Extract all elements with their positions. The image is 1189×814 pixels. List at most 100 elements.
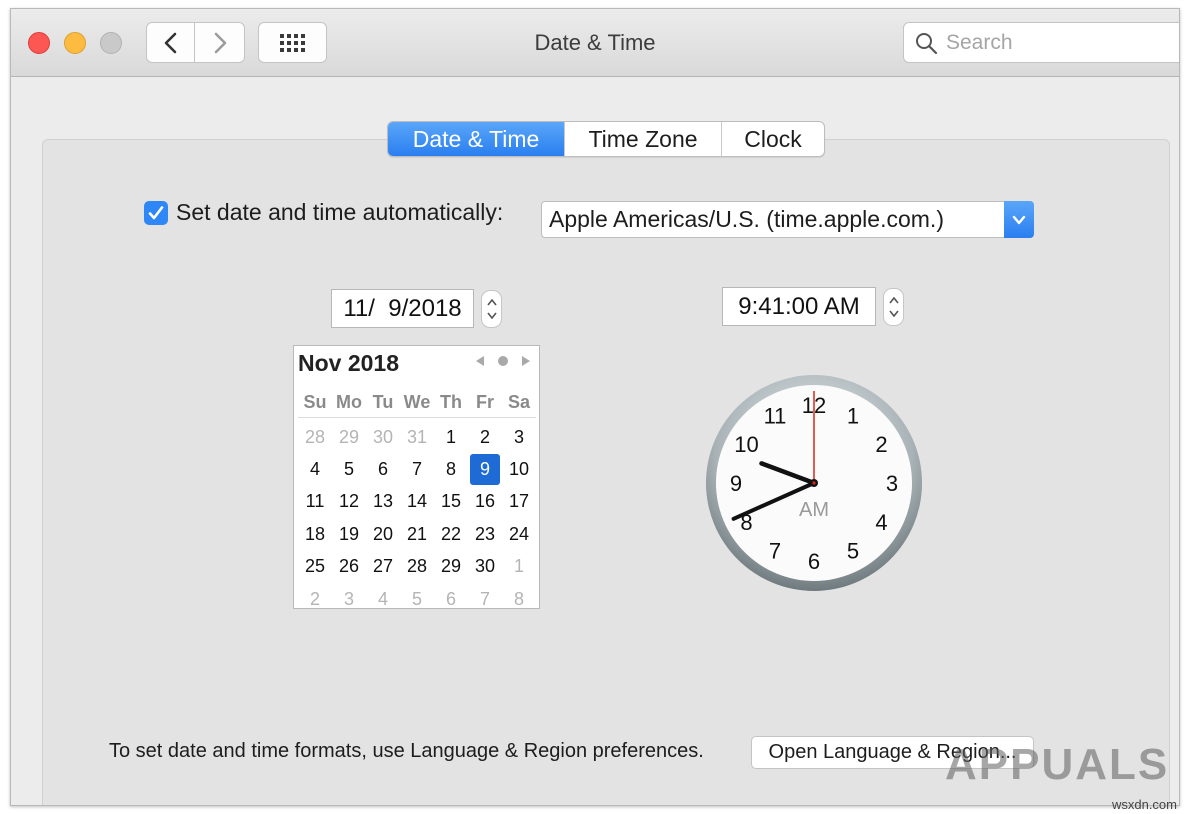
clock-hour-number: 10 [734, 432, 758, 457]
calendar-day[interactable]: 10 [502, 453, 536, 485]
grid-icon [279, 33, 305, 52]
calendar-day-selected[interactable]: 9 [470, 454, 500, 485]
calendar-day[interactable]: 5 [400, 583, 434, 615]
calendar-day[interactable]: 29 [434, 551, 468, 583]
calendar-day[interactable]: 16 [468, 486, 502, 518]
calendar-day[interactable]: 18 [298, 518, 332, 550]
clock-hour-number: 7 [769, 539, 781, 564]
calendar-day[interactable]: 13 [366, 486, 400, 518]
clock-hour-number: 9 [730, 471, 742, 496]
calendar-day[interactable]: 7 [468, 583, 502, 615]
chevron-left-icon [164, 32, 176, 53]
appuals-watermark: APPUALS [945, 740, 1169, 789]
calendar-nav [475, 355, 531, 367]
clock-center-cap [812, 481, 816, 485]
zoom-window-button[interactable] [100, 32, 122, 54]
calendar-day[interactable]: 3 [502, 421, 536, 453]
today-dot-icon[interactable] [497, 355, 509, 367]
tab-clock[interactable]: Clock [721, 122, 824, 156]
weekday-label: Th [440, 392, 462, 412]
watermark-text: APPUALS [945, 740, 1169, 789]
time-server-value: Apple Americas/U.S. (time.apple.com.) [549, 206, 944, 232]
clock-hour-number: 2 [875, 432, 887, 457]
calendar-day[interactable]: 22 [434, 518, 468, 550]
calendar-day[interactable]: 6 [434, 583, 468, 615]
clock-hour-number: 3 [886, 471, 898, 496]
date-field[interactable]: 11/ 9/2018 [331, 289, 474, 328]
calendar-day[interactable]: 27 [366, 551, 400, 583]
calendar-day[interactable]: 6 [366, 453, 400, 485]
calendar-day[interactable]: 30 [366, 421, 400, 453]
calendar-day[interactable]: 3 [332, 583, 366, 615]
calendar-month-title: Nov 2018 [298, 350, 400, 376]
tab-bar: Date & Time Time Zone Clock [387, 121, 825, 157]
checkmark-icon [148, 205, 164, 219]
auto-time-row: Set date and time automatically: [144, 199, 503, 226]
search-icon [916, 32, 938, 54]
close-window-button[interactable] [28, 32, 50, 54]
clock-hour-number: 1 [847, 404, 859, 429]
chevron-down-icon[interactable] [888, 310, 899, 317]
weekday-label: Su [303, 392, 327, 412]
content-panel [42, 139, 1170, 805]
calendar-day[interactable]: 28 [400, 551, 434, 583]
auto-time-checkbox[interactable] [144, 200, 168, 225]
weekday-label: Fr [476, 392, 494, 412]
forward-button[interactable] [195, 22, 245, 63]
time-stepper[interactable] [883, 288, 904, 326]
time-server-select[interactable]: Apple Americas/U.S. (time.apple.com.) [541, 201, 1034, 238]
calendar-day[interactable]: 4 [366, 583, 400, 615]
tab-time-zone[interactable]: Time Zone [564, 122, 721, 156]
calendar-day[interactable]: 31 [400, 421, 434, 453]
calendar-day[interactable]: 20 [366, 518, 400, 550]
show-all-button[interactable] [258, 22, 327, 63]
chevron-up-icon[interactable] [888, 297, 899, 304]
calendar-day[interactable]: 1 [502, 551, 536, 583]
chevron-up-icon[interactable] [486, 299, 497, 306]
calendar-day[interactable]: 5 [332, 453, 366, 485]
calendar-day[interactable]: 8 [502, 583, 536, 615]
calendar-day[interactable]: 25 [298, 551, 332, 583]
calendar-day[interactable]: 30 [468, 551, 502, 583]
auto-time-label: Set date and time automatically: [176, 199, 504, 225]
previous-month-icon[interactable] [475, 355, 485, 367]
calendar-day[interactable]: 4 [298, 453, 332, 485]
preferences-window: Date & Time Date & Time Time Zone Clock … [10, 8, 1180, 806]
calendar-day[interactable]: 15 [434, 486, 468, 518]
calendar-day-grid: 28 29 30 31 1 2 3 4 5 6 7 8 9 10 11 12 13 14 15 16 17 18 19 20 2… [298, 421, 536, 615]
calendar-day[interactable]: 29 [332, 421, 366, 453]
search-input[interactable] [946, 30, 1166, 55]
next-month-icon[interactable] [521, 355, 531, 367]
calendar-day[interactable]: 11 [298, 486, 332, 518]
weekday-label: Sa [507, 392, 531, 412]
search-box[interactable] [903, 22, 1179, 63]
date-stepper[interactable] [481, 290, 502, 328]
clock-hour-number: 4 [875, 510, 887, 535]
calendar-day[interactable]: 19 [332, 518, 366, 550]
site-watermark: wsxdn.com [1111, 797, 1177, 812]
calendar-day[interactable]: 17 [502, 486, 536, 518]
clock-hour-number: 5 [847, 539, 859, 564]
calendar-day[interactable]: 24 [502, 518, 536, 550]
calendar-day[interactable]: 8 [434, 453, 468, 485]
calendar-day[interactable]: 1 [434, 421, 468, 453]
calendar-day[interactable]: 28 [298, 421, 332, 453]
calendar-day[interactable]: 12 [332, 486, 366, 518]
clock-period: AM [799, 499, 829, 521]
calendar-day[interactable]: 23 [468, 518, 502, 550]
time-field[interactable]: 9:41:00 AM [722, 287, 876, 326]
chevron-down-icon[interactable] [1004, 201, 1034, 238]
calendar-day[interactable]: 14 [400, 486, 434, 518]
minimize-window-button[interactable] [64, 32, 86, 54]
chevron-down-icon[interactable] [486, 312, 497, 319]
calendar-day[interactable]: 26 [332, 551, 366, 583]
back-button[interactable] [146, 22, 195, 63]
tab-date-time[interactable]: Date & Time [388, 122, 564, 156]
clock-hour-number: 6 [808, 549, 820, 574]
calendar-day[interactable]: 7 [400, 453, 434, 485]
weekday-label: We [403, 392, 431, 412]
calendar-day[interactable]: 2 [298, 583, 332, 615]
analog-clock: 12 1234567891011 AM [706, 375, 922, 591]
calendar-day[interactable]: 21 [400, 518, 434, 550]
calendar-day[interactable]: 2 [468, 421, 502, 453]
